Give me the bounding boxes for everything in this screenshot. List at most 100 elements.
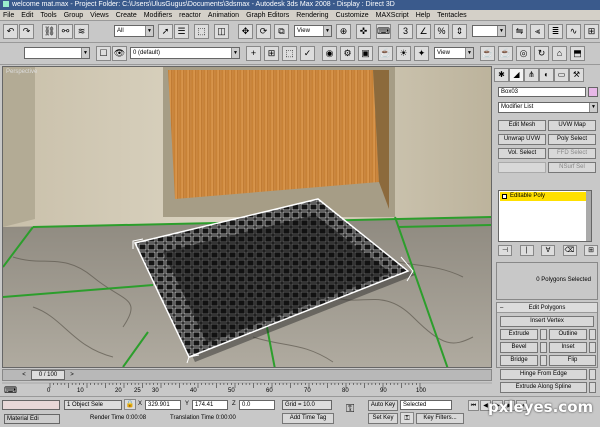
percent-snap-icon[interactable]: % xyxy=(434,24,449,39)
menu-tools[interactable]: Tools xyxy=(40,12,56,19)
key-icon[interactable]: ⚿ xyxy=(346,403,354,416)
remove-modifier-icon[interactable]: ⌫ xyxy=(562,245,577,256)
menu-customize[interactable]: Customize xyxy=(336,12,369,19)
menu-file[interactable]: File xyxy=(3,12,14,19)
menu-animation[interactable]: Animation xyxy=(208,12,239,19)
eye-icon[interactable]: 👁 xyxy=(112,46,127,61)
render-setup-icon[interactable]: ⚙ xyxy=(340,46,355,61)
unlink-icon[interactable]: ⚯ xyxy=(58,24,73,39)
reference-coordinate-dropdown[interactable]: View ▼ xyxy=(294,25,332,37)
snaps-toggle-icon[interactable]: 3 xyxy=(398,24,413,39)
time-slider-thumb[interactable]: 0 / 100 xyxy=(31,370,65,380)
modify-tab-icon[interactable]: ◢ xyxy=(509,68,524,82)
material-editor-icon[interactable]: ◉ xyxy=(322,46,337,61)
auto-key-button[interactable]: Auto Key xyxy=(368,400,398,411)
bind-space-warp-icon[interactable]: ≋ xyxy=(74,24,89,39)
hierarchy-tab-icon[interactable]: ⋔ xyxy=(524,68,539,82)
select-layer-icon[interactable]: ⬚ xyxy=(282,46,297,61)
z-coordinate-field[interactable]: 0.0 xyxy=(239,400,275,410)
activeshade-icon[interactable]: ◎ xyxy=(516,46,531,61)
hinge-settings-button[interactable] xyxy=(589,369,596,380)
maxscript-listener[interactable] xyxy=(2,400,60,410)
menu-help[interactable]: Help xyxy=(416,12,430,19)
edit-mesh-button[interactable]: Edit Mesh xyxy=(498,120,546,131)
effects-icon[interactable]: ✦ xyxy=(414,46,429,61)
angle-snap-icon[interactable]: ∠ xyxy=(416,24,431,39)
unwrap-uvw-button[interactable]: Unwrap UVW xyxy=(498,134,546,145)
inset-settings-button[interactable] xyxy=(589,342,596,353)
named-selection-dropdown[interactable]: ▼ xyxy=(472,25,506,37)
show-end-result-icon[interactable]: | xyxy=(519,245,534,256)
flip-button[interactable]: Flip xyxy=(549,355,596,366)
object-color-swatch[interactable] xyxy=(588,87,598,97)
menu-views[interactable]: Views xyxy=(90,12,109,19)
extrude-settings-button[interactable] xyxy=(540,329,547,340)
layer-dropdown[interactable]: 0 (default) ▼ xyxy=(130,47,240,59)
set-key-button[interactable]: Set Key xyxy=(368,413,398,424)
keyboard-shortcut-icon[interactable]: ⌨ xyxy=(376,24,391,39)
lock-selection-icon[interactable]: 🔒 xyxy=(124,399,136,410)
select-and-manipulate-icon[interactable]: ✜ xyxy=(356,24,371,39)
bridge-settings-button[interactable] xyxy=(540,355,547,366)
render-production-icon[interactable]: ☕ xyxy=(480,46,495,61)
modifier-stack[interactable]: Editable Poly xyxy=(498,190,592,242)
undo-icon[interactable]: ↶ xyxy=(3,24,18,39)
motion-tab-icon[interactable]: ◐ xyxy=(539,68,554,82)
rectangular-selection-icon[interactable]: ⬚ xyxy=(194,24,209,39)
prev-frame-icon[interactable]: < xyxy=(19,370,29,380)
schematic-view-icon[interactable]: ⊞ xyxy=(584,24,599,39)
bevel-settings-button[interactable] xyxy=(540,342,547,353)
inset-button[interactable]: Inset xyxy=(549,342,587,353)
spinner-snap-icon[interactable]: ⇕ xyxy=(452,24,467,39)
menu-modifiers[interactable]: Modifiers xyxy=(144,12,172,19)
menu-create[interactable]: Create xyxy=(116,12,137,19)
pivot-center-icon[interactable]: ⊕ xyxy=(336,24,351,39)
y-coordinate-field[interactable]: 174.41 xyxy=(192,400,228,410)
select-object-icon[interactable]: ➚ xyxy=(158,24,173,39)
material-editor-taskbar[interactable]: Material Edi xyxy=(4,414,60,424)
extrude-button[interactable]: Extrude xyxy=(500,329,538,340)
selection-filter-dropdown[interactable]: All ▼ xyxy=(114,25,154,37)
select-by-name-icon[interactable]: ☰ xyxy=(174,24,189,39)
render-iterative-icon[interactable]: ☕ xyxy=(498,46,513,61)
expand-toggle-icon[interactable] xyxy=(502,194,507,199)
poly-select-button[interactable]: Poly Select xyxy=(548,134,596,145)
bevel-button[interactable]: Bevel xyxy=(500,342,538,353)
uvw-map-button[interactable]: UVW Map xyxy=(548,120,596,131)
nsurf-sel-button[interactable]: NSurf Sel xyxy=(548,162,596,173)
configure-sets-icon[interactable]: ⊞ xyxy=(584,245,598,256)
render-preset-icon[interactable]: ⌂ xyxy=(552,46,567,61)
select-and-rotate-icon[interactable]: ⟳ xyxy=(256,24,271,39)
vol-select-button[interactable]: Vol. Select xyxy=(498,148,546,159)
outline-button[interactable]: Outline xyxy=(549,329,587,340)
next-frame-icon[interactable]: > xyxy=(67,370,77,380)
add-to-layer-icon[interactable]: ⊞ xyxy=(264,46,279,61)
mirror-icon[interactable]: ⇋ xyxy=(512,24,527,39)
create-tab-icon[interactable]: ✱ xyxy=(494,68,509,82)
track-bar[interactable]: ⌨ 0 10 20 25 30 40 50 60 70 80 90 100 xyxy=(2,382,492,396)
utilities-tab-icon[interactable]: ⚒ xyxy=(569,68,584,82)
add-time-tag-button[interactable]: Add Time Tag xyxy=(282,413,334,424)
render-last-icon[interactable]: ↻ xyxy=(534,46,549,61)
menu-graph-editors[interactable]: Graph Editors xyxy=(246,12,289,19)
menu-edit[interactable]: Edit xyxy=(21,12,33,19)
environment-icon[interactable]: ☀ xyxy=(396,46,411,61)
named-selection-set-dropdown[interactable]: ▼ xyxy=(24,47,90,59)
stack-item-editable-poly[interactable]: Editable Poly xyxy=(500,192,590,201)
bridge-button[interactable]: Bridge xyxy=(500,355,538,366)
align-icon[interactable]: ⫷ xyxy=(530,24,545,39)
key-filters-button[interactable]: Key Filters... xyxy=(416,413,464,424)
track-bar-icon[interactable]: ⌨ xyxy=(4,385,17,396)
object-name-field[interactable]: Box03 xyxy=(498,87,586,97)
menu-tentacles[interactable]: Tentacles xyxy=(437,12,467,19)
display-tab-icon[interactable]: ▭ xyxy=(554,68,569,82)
modifier-list-dropdown[interactable]: Modifier List ▼ xyxy=(498,102,598,113)
key-mode-dropdown[interactable]: Selected xyxy=(400,400,452,410)
render-region-icon[interactable]: ⬒ xyxy=(570,46,585,61)
pin-stack-icon[interactable]: ⊣ xyxy=(498,245,512,256)
select-and-scale-icon[interactable]: ⧉ xyxy=(274,24,289,39)
go-to-start-icon[interactable]: ⏮ xyxy=(468,400,479,411)
set-key-icon[interactable]: ⚿ xyxy=(400,412,414,424)
menu-reactor[interactable]: reactor xyxy=(179,12,201,19)
ffd-select-button[interactable]: FFD Select xyxy=(548,148,596,159)
